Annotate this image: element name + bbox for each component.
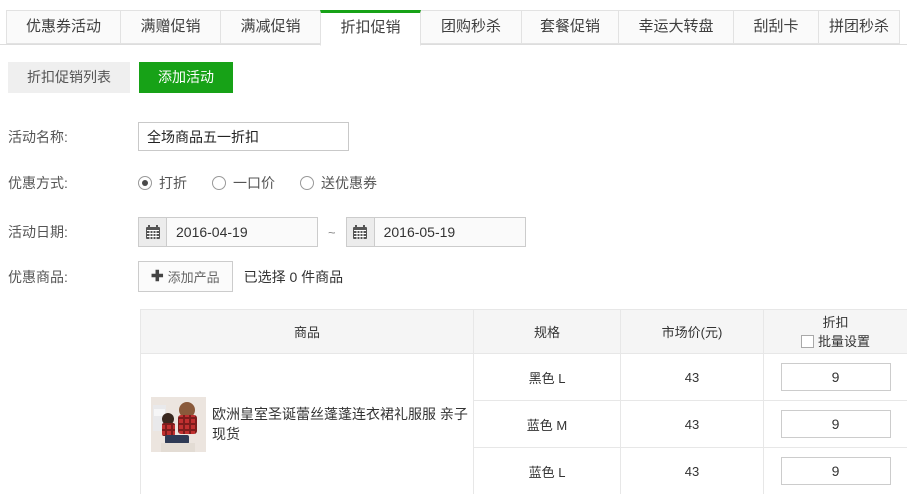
activity-name-input[interactable] [138, 122, 349, 151]
radio-option-label: 打折 [159, 173, 187, 193]
add-activity-form: 活动名称: 优惠方式: 打折 一口价 送优惠券 活动日期 [8, 122, 907, 292]
add-product-button[interactable]: ✚ 添加产品 [138, 261, 233, 292]
discount-method-row: 优惠方式: 打折 一口价 送优惠券 [8, 173, 907, 193]
end-date-value: 2016-05-19 [375, 218, 456, 246]
product-cell: 欧洲皇室圣诞蕾丝蓬蓬连衣裙礼服服 亲子现货 [141, 354, 474, 494]
discount-method-label: 优惠方式: [8, 173, 138, 193]
promo-products-label: 优惠商品: [8, 267, 138, 287]
date-range-separator: ~ [328, 225, 336, 240]
batch-set-label: 批量设置 [818, 334, 870, 349]
discount-cell [764, 401, 907, 448]
discount-promo-list-button[interactable]: 折扣促销列表 [8, 62, 130, 93]
start-date-value: 2016-04-19 [167, 218, 248, 246]
plus-icon: ✚ [151, 269, 164, 284]
add-product-button-label: 添加产品 [168, 267, 220, 286]
radio-option-songyouhuiquan[interactable]: 送优惠券 [300, 173, 377, 193]
selected-products-count: 已选择 0 件商品 [244, 267, 344, 287]
activity-name-label: 活动名称: [8, 127, 138, 147]
discount-input[interactable] [781, 363, 891, 391]
spec-cell: 黑色 L [474, 354, 621, 401]
tab-pintuan-seckill[interactable]: 拼团秒杀 [818, 10, 900, 44]
spec-cell: 蓝色 M [474, 401, 621, 448]
header-discount-title: 折扣 [764, 313, 907, 332]
activity-name-row: 活动名称: [8, 122, 907, 151]
tab-coupon-activity[interactable]: 优惠券活动 [6, 10, 121, 44]
table-header-row: 商品 规格 市场价(元) 折扣 批量设置 [141, 310, 907, 354]
radio-option-yikoujia[interactable]: 一口价 [212, 173, 275, 193]
tab-full-gift-promo[interactable]: 满赠促销 [120, 10, 221, 44]
discount-promotion-page: 优惠券活动 满赠促销 满减促销 折扣促销 团购秒杀 套餐促销 幸运大转盘 刮刮卡… [0, 0, 907, 494]
radio-option-label: 送优惠券 [321, 173, 377, 193]
tab-discount-promo[interactable]: 折扣促销 [320, 10, 421, 46]
header-price: 市场价(元) [621, 310, 764, 354]
tab-full-reduction-promo[interactable]: 满减促销 [220, 10, 321, 44]
main-tabbar: 优惠券活动 满赠促销 满减促销 折扣促销 团购秒杀 套餐促销 幸运大转盘 刮刮卡… [0, 0, 907, 45]
calendar-icon [347, 218, 375, 246]
discount-input[interactable] [781, 457, 891, 485]
discount-cell [764, 448, 907, 494]
radio-icon[interactable] [300, 176, 314, 190]
sub-tabbar: 折扣促销列表 添加活动 [8, 62, 907, 93]
header-product: 商品 [141, 310, 474, 354]
start-date-input[interactable]: 2016-04-19 [138, 217, 318, 247]
activity-date-label: 活动日期: [8, 222, 138, 242]
price-cell: 43 [621, 354, 764, 401]
batch-set-checkbox[interactable] [801, 335, 814, 348]
price-cell: 43 [621, 401, 764, 448]
discount-input[interactable] [781, 410, 891, 438]
product-image [151, 397, 206, 452]
discount-method-options: 打折 一口价 送优惠券 [138, 173, 402, 193]
activity-date-row: 活动日期: 2016-04-19 ~ 2016-05-19 [8, 217, 907, 247]
radio-icon[interactable] [212, 176, 226, 190]
tab-scratch-card[interactable]: 刮刮卡 [733, 10, 819, 44]
end-date-input[interactable]: 2016-05-19 [346, 217, 526, 247]
header-spec: 规格 [474, 310, 621, 354]
product-title: 欧洲皇室圣诞蕾丝蓬蓬连衣裙礼服服 亲子现货 [212, 404, 473, 444]
header-discount: 折扣 批量设置 [764, 310, 907, 354]
price-cell: 43 [621, 448, 764, 494]
table-row: 欧洲皇室圣诞蕾丝蓬蓬连衣裙礼服服 亲子现货 黑色 L 43 [141, 354, 907, 401]
tab-groupbuy-seckill[interactable]: 团购秒杀 [420, 10, 522, 44]
calendar-icon [139, 218, 167, 246]
add-activity-button[interactable]: 添加活动 [139, 62, 233, 93]
products-table: 商品 规格 市场价(元) 折扣 批量设置 [140, 309, 907, 494]
spec-cell: 蓝色 L [474, 448, 621, 494]
radio-icon[interactable] [138, 176, 152, 190]
discount-cell [764, 354, 907, 401]
tab-package-promo[interactable]: 套餐促销 [521, 10, 619, 44]
promo-products-row: 优惠商品: ✚ 添加产品 已选择 0 件商品 [8, 261, 907, 292]
tab-lucky-wheel[interactable]: 幸运大转盘 [618, 10, 734, 44]
radio-option-dazhe[interactable]: 打折 [138, 173, 187, 193]
radio-option-label: 一口价 [233, 173, 275, 193]
